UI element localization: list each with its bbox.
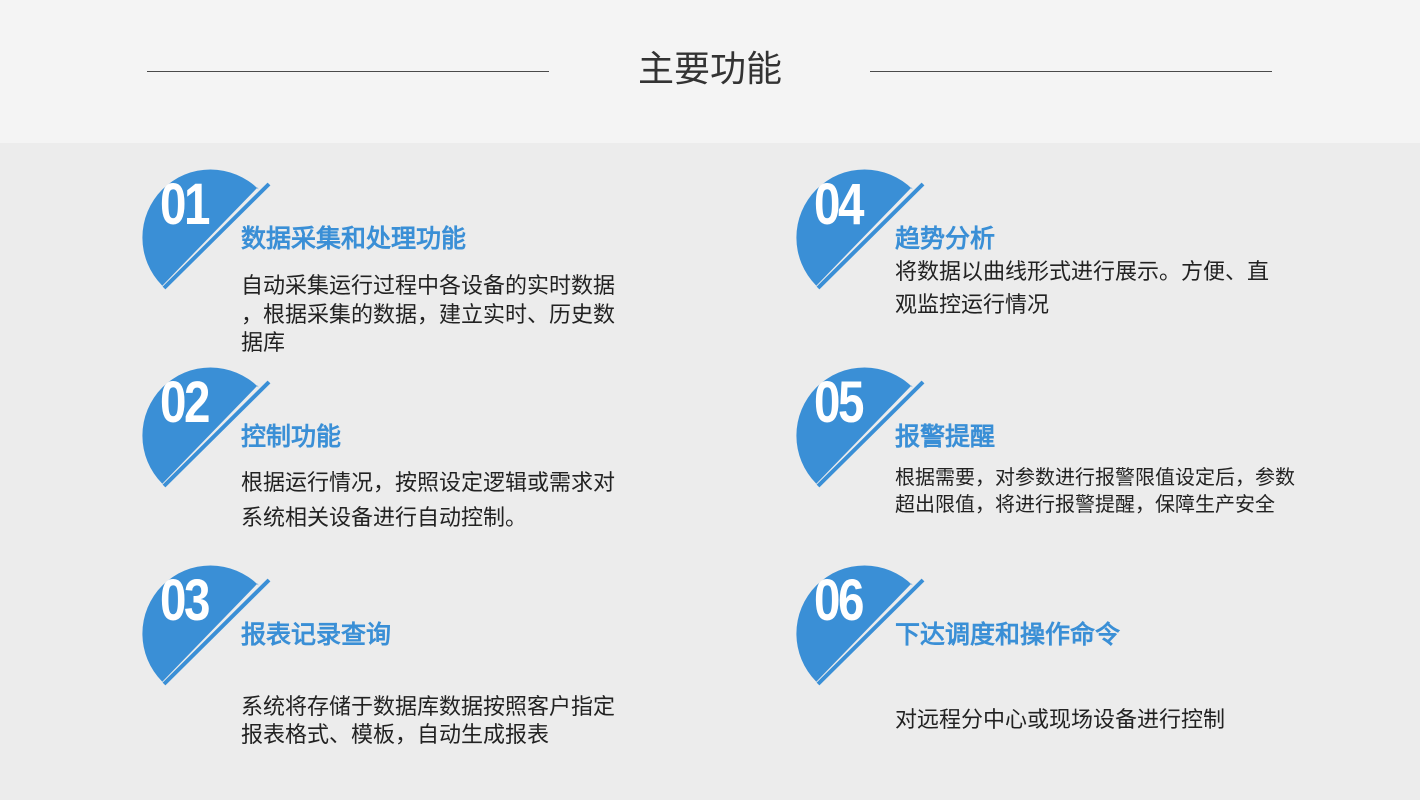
- page-title: 主要功能: [637, 49, 782, 90]
- feature-title: 数据采集和处理功能: [241, 224, 467, 253]
- feature-desc-line: 根据需要，对参数进行报警限值设定后，参数: [895, 465, 1295, 489]
- feature-item-04: 04 趋势分析 将数据以曲线形式进行展示。方便、直 观监控运行情况: [789, 153, 1389, 353]
- feature-item-03: 03 报表记录查询 系统将存储于数据库数据按照客户指定 报表格式、模板，自动生成…: [135, 549, 735, 749]
- feature-number: 02: [160, 370, 210, 435]
- feature-desc-line: 超出限值，将进行报警提醒，保障生产安全: [895, 492, 1275, 516]
- title-rule-right: [870, 71, 1272, 72]
- feature-item-05: 05 报警提醒 根据需要，对参数进行报警限值设定后，参数 超出限值，将进行报警提…: [789, 351, 1389, 551]
- feature-title: 报警提醒: [895, 422, 996, 451]
- feature-desc-line: 根据运行情况，按照设定逻辑或需求对: [241, 471, 616, 496]
- feature-desc-line: ，根据采集的数据，建立实时、历史数: [241, 303, 616, 328]
- feature-number: 01: [160, 172, 210, 237]
- feature-desc-line: 系统相关设备进行自动控制。: [241, 506, 528, 531]
- feature-title: 趋势分析: [895, 224, 996, 253]
- feature-desc-line: 将数据以曲线形式进行展示。方便、直: [895, 260, 1270, 285]
- feature-number: 04: [814, 172, 864, 237]
- feature-item-01: 01 数据采集和处理功能 自动采集运行过程中各设备的实时数据 ，根据采集的数据，…: [135, 153, 735, 356]
- feature-desc-line: 系统将存储于数据库数据按照客户指定: [241, 695, 616, 720]
- feature-desc-line: 自动采集运行过程中各设备的实时数据: [241, 274, 616, 299]
- title-rule-left: [147, 71, 549, 72]
- feature-desc-line: 报表格式、模板，自动生成报表: [241, 723, 550, 748]
- feature-title: 下达调度和操作命令: [895, 620, 1121, 649]
- feature-desc-line: 对远程分中心或现场设备进行控制: [895, 708, 1226, 733]
- feature-title: 报表记录查询: [241, 620, 392, 649]
- feature-item-02: 02 控制功能 根据运行情况，按照设定逻辑或需求对 系统相关设备进行自动控制。: [135, 351, 735, 551]
- feature-item-06: 06 下达调度和操作命令 对远程分中心或现场设备进行控制: [789, 549, 1389, 749]
- feature-number: 05: [814, 370, 864, 435]
- feature-number: 06: [814, 568, 864, 633]
- feature-desc-line: 观监控运行情况: [895, 293, 1050, 318]
- feature-title: 控制功能: [241, 422, 342, 451]
- feature-number: 03: [160, 568, 210, 633]
